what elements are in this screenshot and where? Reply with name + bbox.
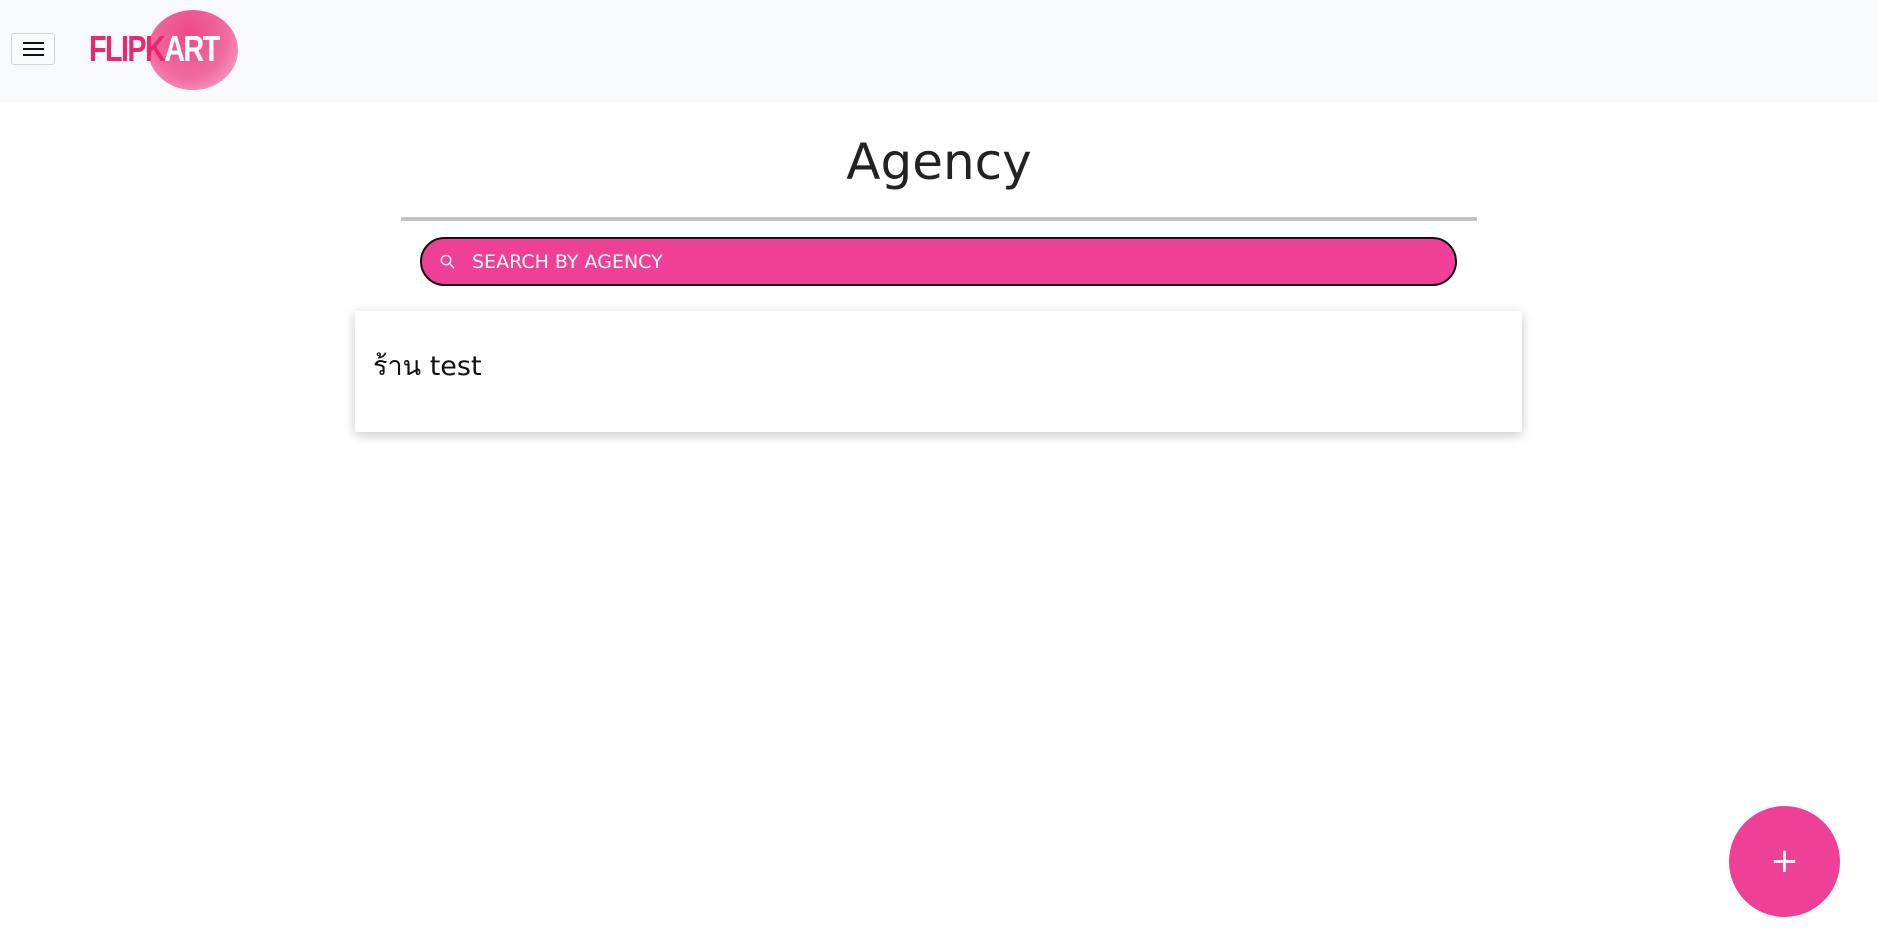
logo-text: FLIPKART bbox=[89, 28, 220, 69]
title-divider bbox=[401, 217, 1477, 221]
agency-name: ร้าน test bbox=[373, 351, 482, 382]
brand-logo[interactable]: FLIPKART bbox=[86, 10, 242, 90]
hamburger-menu-icon bbox=[23, 42, 44, 44]
logo-text-part1: FLIPK bbox=[89, 28, 166, 69]
hamburger-line bbox=[23, 48, 44, 50]
menu-toggle-button[interactable] bbox=[11, 33, 55, 65]
page-title: Agency bbox=[846, 133, 1032, 191]
agency-card[interactable]: ร้าน test bbox=[355, 311, 1522, 432]
add-agency-button[interactable]: + bbox=[1729, 806, 1840, 917]
hamburger-line bbox=[23, 54, 44, 56]
search-input[interactable] bbox=[472, 239, 1432, 284]
top-navbar: FLIPKART bbox=[0, 0, 1878, 102]
logo-text-part2: ART bbox=[164, 28, 220, 69]
search-bar[interactable] bbox=[420, 237, 1457, 286]
search-icon bbox=[440, 254, 455, 269]
